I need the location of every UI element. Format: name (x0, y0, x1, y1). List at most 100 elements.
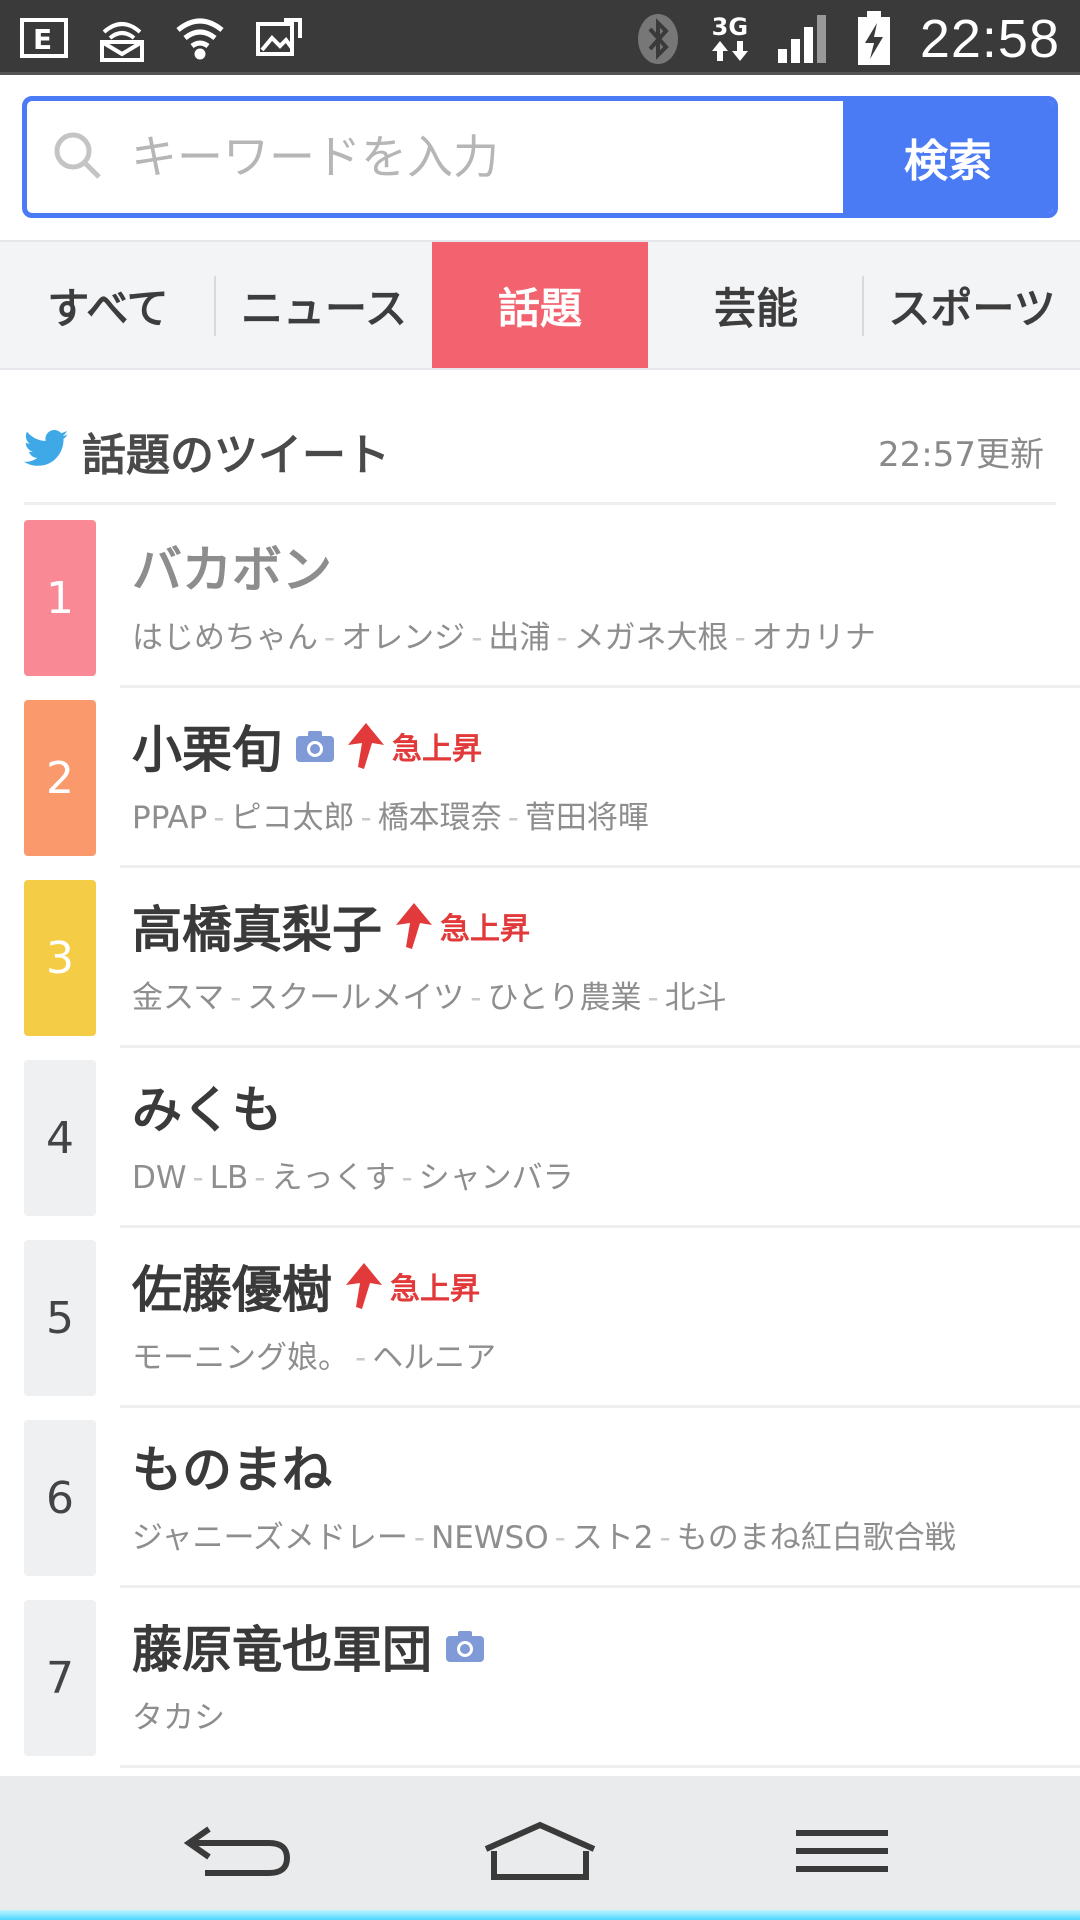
keyword-separator: - (230, 980, 242, 1016)
surge-indicator: 急上昇 (394, 901, 530, 951)
related-keyword[interactable]: スクールメイツ (247, 980, 464, 1016)
ranking-item[interactable]: 7 藤原竜也軍団 タカシ (0, 1588, 1080, 1768)
keyword-separator: - (360, 800, 372, 836)
section-header: 話題のツイート 22:57更新 (24, 400, 1056, 505)
rank-number-badge: 6 (24, 1420, 96, 1576)
related-keyword[interactable]: PPAP (132, 800, 207, 836)
battery-charging-icon (848, 11, 900, 65)
surge-label: 急上昇 (392, 732, 482, 767)
related-keywords: DW - LB - えっくす - シャンバラ (132, 1152, 1060, 1197)
rank-number-badge: 5 (24, 1240, 96, 1396)
menu-icon[interactable] (782, 1816, 902, 1886)
related-keyword[interactable]: オレンジ (341, 620, 465, 656)
surge-label: 急上昇 (390, 1272, 480, 1307)
surge-label: 急上昇 (440, 912, 530, 947)
up-arrow-icon (394, 901, 434, 951)
ranking-title: バカボン (132, 541, 332, 599)
network-3g-icon: 3G (704, 13, 756, 65)
ranking-item[interactable]: 4 みくも DW - LB - えっくす - シャンバラ (0, 1048, 1080, 1228)
keyword-separator: - (401, 1160, 413, 1196)
related-keyword[interactable]: 北斗 (665, 980, 727, 1016)
keyword-separator: - (355, 1340, 367, 1376)
related-keyword[interactable]: タカシ (132, 1700, 225, 1736)
related-keyword[interactable]: オカリナ (752, 620, 876, 656)
keyword-separator: - (556, 620, 568, 656)
related-keyword[interactable]: ものまね紅白歌合戦 (677, 1520, 956, 1556)
related-keywords: はじめちゃん - オレンジ - 出浦 - メガネ大根 - オカリナ (132, 612, 1060, 657)
ranking-title: みくも (132, 1081, 282, 1139)
related-keyword[interactable]: ピコ太郎 (231, 800, 355, 836)
twitter-bird-icon (24, 430, 68, 472)
keyword-separator: - (213, 800, 225, 836)
related-keyword[interactable]: メガネ大根 (574, 620, 729, 656)
keyword-separator: - (324, 620, 336, 656)
search-field[interactable] (27, 101, 843, 213)
home-icon[interactable] (480, 1816, 600, 1886)
related-keyword[interactable]: DW (132, 1160, 187, 1196)
related-keyword[interactable]: NEWSO (431, 1520, 549, 1556)
tab-label: 話題 (497, 283, 582, 333)
ranking-item[interactable]: 3 高橋真梨子 急上昇 金スマ - スクールメイツ - ひとり農業 - 北斗 (0, 868, 1080, 1048)
tab-sports[interactable]: スポーツ (864, 242, 1080, 368)
keyword-separator: - (554, 1520, 566, 1556)
back-icon[interactable] (178, 1816, 298, 1886)
tab-label: ニュース (241, 283, 407, 333)
ranking-item[interactable]: 6 ものまね ジャニーズメドレー - NEWSO - スト2- ものまね紅白歌合戦 (0, 1408, 1080, 1588)
keyword-separator: - (734, 620, 746, 656)
rank-number-badge: 2 (24, 700, 96, 856)
navigation-bar (0, 1776, 1080, 1920)
search-input[interactable] (131, 130, 843, 184)
rank-number-badge: 1 (24, 520, 96, 676)
ranking-title: ものまね (132, 1441, 332, 1499)
ranking-item[interactable]: 2 小栗旬 急上昇 PPAP - ピコ太郎 - 橋本環奈 - 菅田将暉 (0, 688, 1080, 868)
nav-glow (0, 1910, 1080, 1920)
keyword-separator: - (507, 800, 519, 836)
wifi-hotspot-icon (96, 12, 148, 64)
related-keyword[interactable]: 橋本環奈 (378, 800, 502, 836)
search-icon (51, 129, 103, 185)
related-keyword[interactable]: モーニング娘。 (132, 1340, 349, 1376)
surge-indicator: 急上昇 (344, 1261, 480, 1311)
related-keyword[interactable]: 金スマ (132, 980, 224, 1016)
email-icon: E (18, 12, 70, 64)
ranking-title: 佐藤優樹 (132, 1261, 332, 1319)
image-icon (252, 12, 304, 64)
updated-time: 22:57更新 (878, 434, 1044, 475)
related-keywords: 金スマ - スクールメイツ - ひとり農業 - 北斗 (132, 972, 1060, 1017)
related-keyword[interactable]: えっくす (271, 1160, 395, 1196)
search-button[interactable]: 検索 (843, 101, 1053, 213)
rank-number-badge: 4 (24, 1060, 96, 1216)
related-keyword[interactable]: ジャニーズメドレー (132, 1520, 408, 1556)
tab-label: すべて (47, 283, 169, 333)
related-keyword[interactable]: シャンバラ (419, 1160, 574, 1196)
keyword-separator: - (647, 980, 659, 1016)
related-keyword[interactable]: 出浦 (488, 620, 550, 656)
keyword-separator: - (471, 620, 483, 656)
related-keyword[interactable]: ヘルニア (372, 1340, 496, 1376)
up-arrow-icon (344, 1261, 384, 1311)
up-arrow-icon (346, 721, 386, 771)
tab-topics[interactable]: 話題 (432, 242, 648, 368)
related-keyword[interactable]: LB (210, 1160, 249, 1196)
wifi-icon (174, 12, 226, 64)
related-keywords: ジャニーズメドレー - NEWSO - スト2- ものまね紅白歌合戦 (132, 1512, 1060, 1557)
related-keywords: モーニング娘。 - ヘルニア (132, 1332, 1060, 1377)
tab-entertainment[interactable]: 芸能 (648, 242, 864, 368)
tab-news[interactable]: ニュース (216, 242, 432, 368)
row-divider (120, 1765, 1080, 1768)
signal-icon (776, 13, 828, 65)
category-tabs: すべて ニュース 話題 芸能 スポーツ (0, 240, 1080, 370)
tab-label: 芸能 (713, 283, 798, 333)
status-bar: E 3G 22:58 (0, 0, 1080, 75)
keyword-separator: - (413, 1520, 426, 1556)
related-keyword[interactable]: ひとり農業 (487, 980, 641, 1016)
ranking-title: 藤原竜也軍団 (132, 1621, 432, 1679)
related-keyword[interactable]: 菅田将暉 (525, 800, 649, 836)
keyword-separator: - (470, 980, 482, 1016)
bluetooth-icon (632, 13, 684, 65)
tab-all[interactable]: すべて (0, 242, 216, 368)
related-keyword[interactable]: はじめちゃん (132, 620, 318, 656)
ranking-item[interactable]: 5 佐藤優樹 急上昇モーニング娘。 - ヘルニア (0, 1228, 1080, 1408)
ranking-item[interactable]: 1 バカボン はじめちゃん - オレンジ - 出浦 - メガネ大根 - オカリナ (0, 508, 1080, 688)
related-keyword[interactable]: スト2 (572, 1520, 654, 1556)
